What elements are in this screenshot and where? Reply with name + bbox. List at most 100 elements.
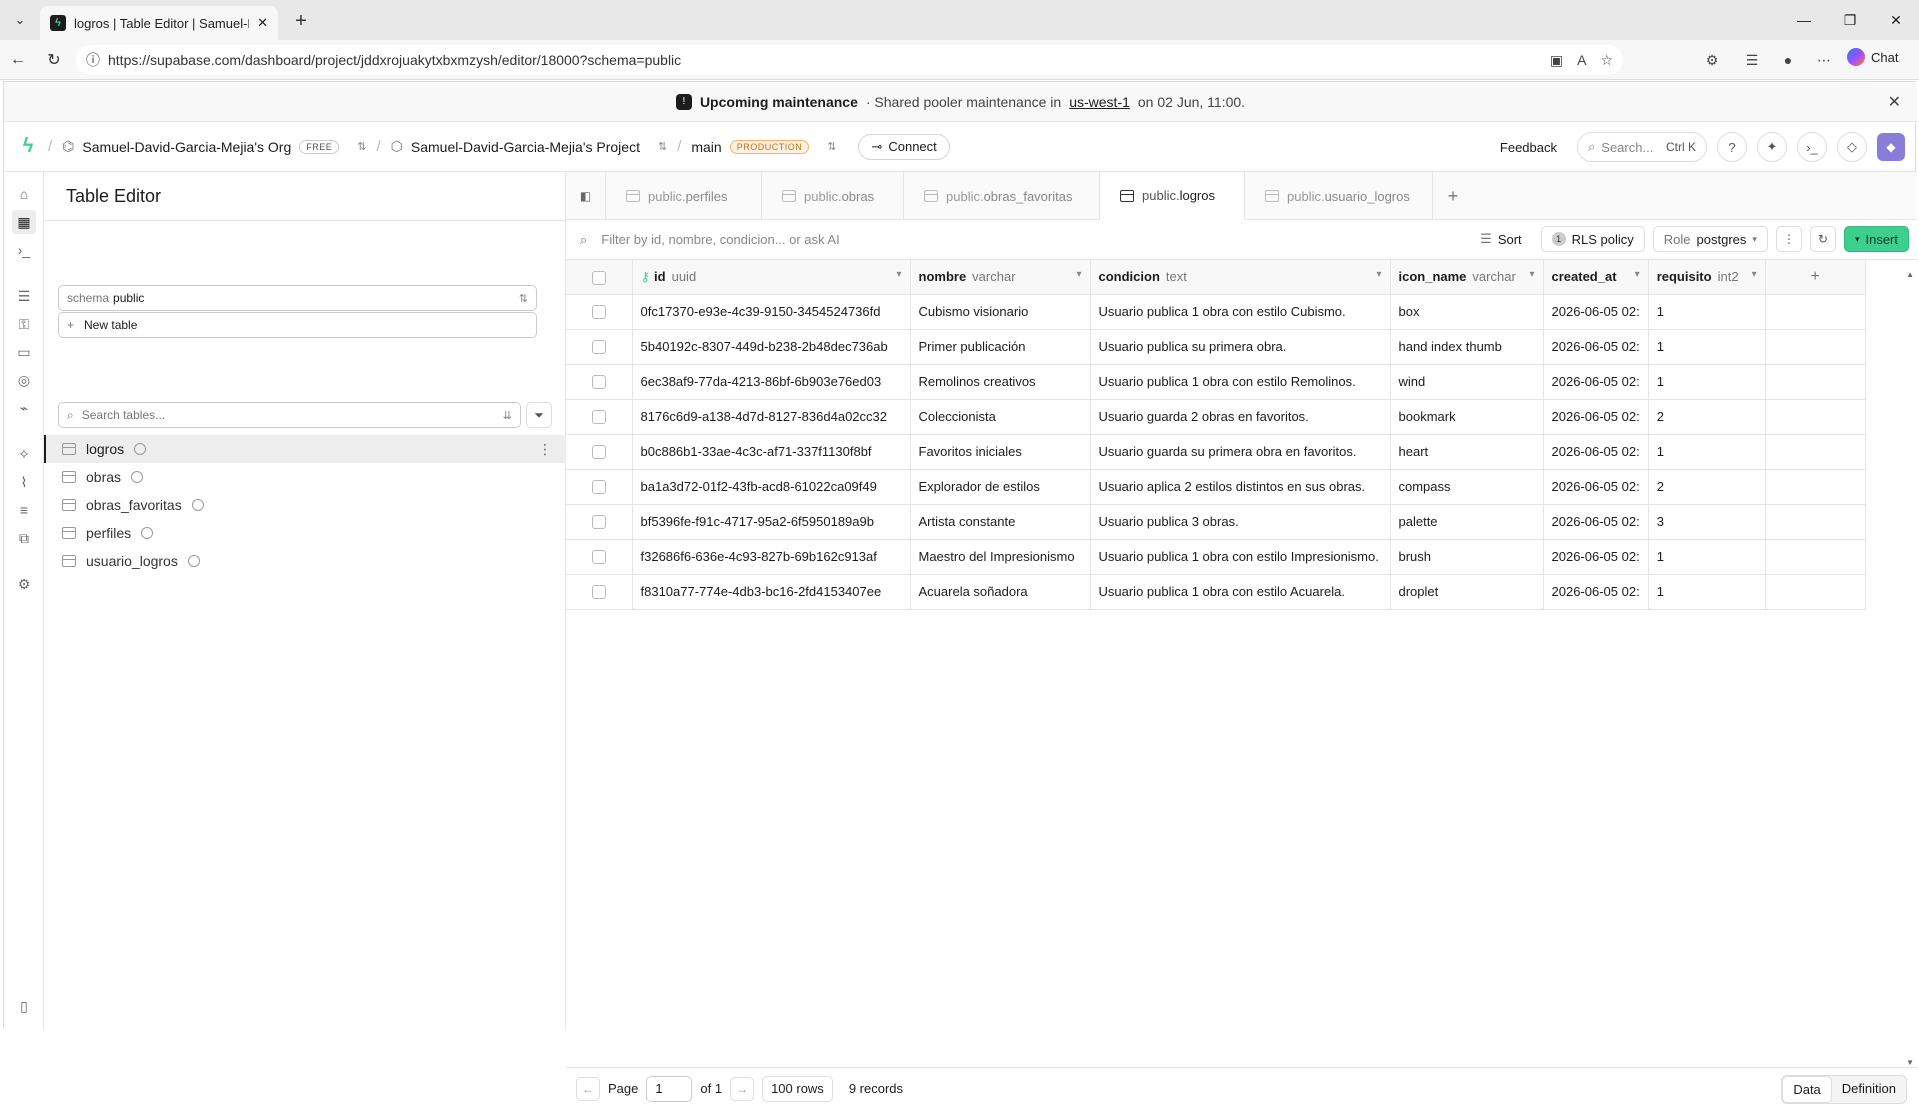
table-cell[interactable]: wind <box>1390 364 1544 400</box>
column-header-condicion[interactable]: condicion text ▾ <box>1090 260 1391 295</box>
table-cell[interactable]: Usuario publica 1 obra con estilo Acuare… <box>1090 574 1391 610</box>
table-cell[interactable]: Usuario publica 1 obra con estilo Remoli… <box>1090 364 1391 400</box>
row-checkbox[interactable] <box>591 515 606 530</box>
column-header-icon-name[interactable]: icon_name varchar ▾ <box>1390 260 1544 295</box>
table-item-obras[interactable]: obras <box>44 463 566 491</box>
realtime-icon[interactable]: ◎ <box>12 368 36 392</box>
table-cell[interactable]: 2026-06-05 02: <box>1543 399 1649 435</box>
assistant-icon[interactable]: ◇ <box>1837 132 1867 162</box>
add-tab-plus-icon[interactable]: + <box>1433 172 1473 220</box>
tab-obras[interactable]: public.obras <box>762 172 904 220</box>
search-tables-input[interactable]: ⌕ Search tables... ⇊ <box>58 402 521 428</box>
table-cell[interactable]: 2026-06-05 02: <box>1543 539 1649 575</box>
table-row[interactable]: f32686f6-636e-4c93-827b-69b162c913af Maes… <box>566 539 1866 575</box>
table-cell[interactable]: bf5396fe-f91c-4717-95a2-6f5950189a9b <box>632 504 911 540</box>
table-row[interactable]: b0c886b1-33ae-4c3c-af71-337f1130f8bf Favo… <box>566 434 1866 470</box>
table-cell[interactable]: 2 <box>1648 399 1766 435</box>
column-header-nombre[interactable]: nombre varchar ▾ <box>910 260 1091 295</box>
advisor-lightbulb-icon[interactable]: ✦ <box>1757 132 1787 162</box>
table-cell[interactable]: Artista constante <box>910 504 1091 540</box>
profile-avatar-icon[interactable]: ● <box>1776 48 1800 72</box>
table-cell[interactable]: 3 <box>1648 504 1766 540</box>
table-cell[interactable]: 2026-06-05 02: <box>1543 364 1649 400</box>
help-icon[interactable]: ? <box>1717 132 1747 162</box>
split-screen-icon[interactable]: ▣ <box>1550 52 1563 69</box>
table-cell[interactable]: compass <box>1390 469 1544 505</box>
logs-list-icon[interactable]: ≡ <box>12 498 36 522</box>
filter-input[interactable]: Filter by id, nombre, condicion... or as… <box>601 232 839 247</box>
column-menu-chevron-icon[interactable]: ▾ <box>1076 269 1081 280</box>
table-item-logros[interactable]: logros ⋮ <box>44 435 566 463</box>
collapse-sidebar-icon[interactable]: ▯ <box>12 994 36 1018</box>
collapse-list-icon[interactable]: ⇊ <box>503 409 512 422</box>
scroll-up-arrow-icon[interactable]: ▲ <box>1906 270 1914 279</box>
org-switch-chevron-icon[interactable]: ⇅ <box>357 140 366 153</box>
select-all-checkbox[interactable] <box>591 270 606 285</box>
new-table-button[interactable]: + New table <box>58 312 537 338</box>
table-cell[interactable]: brush <box>1390 539 1544 575</box>
column-menu-chevron-icon[interactable]: ▾ <box>1529 269 1534 280</box>
copilot-chat-button[interactable]: Chat <box>1847 48 1898 66</box>
table-cell[interactable]: Usuario publica su primera obra. <box>1090 329 1391 365</box>
row-checkbox[interactable] <box>591 375 606 390</box>
data-view-button[interactable]: Data <box>1782 1076 1832 1103</box>
reports-icon[interactable]: ⌇ <box>12 470 36 494</box>
auth-lock-icon[interactable]: ⚿ <box>12 312 36 336</box>
branch-switch-chevron-icon[interactable]: ⇅ <box>827 140 836 153</box>
table-cell[interactable]: 6ec38af9-77da-4213-86bf-6b903e76ed03 <box>632 364 911 400</box>
table-cell[interactable]: 1 <box>1648 574 1766 610</box>
storage-icon[interactable]: ▭ <box>12 340 36 364</box>
new-tab-plus-icon[interactable]: + <box>290 10 312 32</box>
global-search-button[interactable]: ⌕ Search... Ctrl K <box>1577 132 1707 162</box>
scroll-down-arrow-icon[interactable]: ▼ <box>1906 1058 1914 1067</box>
site-info-icon[interactable]: ⓘ <box>86 50 100 70</box>
breadcrumb-branch[interactable]: main PRODUCTION ⇅ <box>691 139 836 155</box>
close-tab-icon[interactable]: ✕ <box>257 15 268 31</box>
toggle-sidepanel-icon[interactable]: ◧ <box>566 172 606 220</box>
breadcrumb-org[interactable]: ⌬ Samuel-David-Garcia-Mejia's Org FREE ⇅ <box>62 138 366 155</box>
table-cell[interactable]: Favoritos iniciales <box>910 434 1091 470</box>
row-checkbox[interactable] <box>591 480 606 495</box>
table-cell[interactable]: Usuario aplica 2 estilos distintos en su… <box>1090 469 1391 505</box>
table-row[interactable]: ba1a3d72-01f2-43fb-acd8-61022ca09f49 Expl… <box>566 469 1866 505</box>
table-item-usuario-logros[interactable]: usuario_logros <box>44 547 566 575</box>
role-selector[interactable]: Role postgres ▾ <box>1652 226 1768 252</box>
read-aloud-icon[interactable]: A <box>1577 52 1586 69</box>
column-menu-chevron-icon[interactable]: ▾ <box>1376 269 1381 280</box>
close-window-icon[interactable]: ✕ <box>1873 0 1919 40</box>
insert-button[interactable]: ▾ Insert <box>1843 226 1909 252</box>
browser-tab-active[interactable]: ϟ logros | Table Editor | Samuel-Davi ✕ <box>40 6 278 40</box>
table-cell[interactable]: Cubismo visionario <box>910 294 1091 330</box>
edge-functions-icon[interactable]: ⌁ <box>12 396 36 420</box>
sort-button[interactable]: ☰ Sort <box>1469 226 1533 252</box>
table-cell[interactable]: ba1a3d72-01f2-43fb-acd8-61022ca09f49 <box>632 469 911 505</box>
row-checkbox[interactable] <box>591 340 606 355</box>
back-arrow-icon[interactable]: ← <box>6 48 30 72</box>
table-cell[interactable]: 8176c6d9-a138-4d7d-8127-836d4a02cc32 <box>632 399 911 435</box>
sql-editor-icon[interactable]: ›_ <box>12 238 36 262</box>
table-cell[interactable]: Remolinos creativos <box>910 364 1091 400</box>
table-cell[interactable]: 5b40192c-8307-449d-b238-2b48dec736ab <box>632 329 911 365</box>
schema-selector[interactable]: schema public ⇅ <box>58 285 537 311</box>
table-cell[interactable]: 2026-06-05 02: <box>1543 329 1649 365</box>
address-bar[interactable]: ⓘ https://supabase.com/dashboard/project… <box>76 45 1623 75</box>
table-cell[interactable]: b0c886b1-33ae-4c3c-af71-337f1130f8bf <box>632 434 911 470</box>
more-menu-icon[interactable]: ⋯ <box>1812 48 1836 72</box>
integrations-icon[interactable]: ⧉ <box>12 526 36 550</box>
advisors-lightbulb-icon[interactable]: ✧ <box>12 442 36 466</box>
table-cell[interactable]: hand index thumb <box>1390 329 1544 365</box>
supabase-logo-icon[interactable]: ϟ <box>18 135 38 157</box>
table-cell[interactable]: 0fc17370-e93e-4c39-9150-3454524736fd <box>632 294 911 330</box>
row-checkbox[interactable] <box>591 410 606 425</box>
column-header-id[interactable]: ⚷ id uuid ▾ <box>632 260 911 295</box>
terminal-icon[interactable]: ›_ <box>1797 132 1827 162</box>
tab-list-chevron-icon[interactable]: ⌄ <box>8 8 32 32</box>
table-cell[interactable]: Maestro del Impresionismo <box>910 539 1091 575</box>
table-cell[interactable]: 1 <box>1648 539 1766 575</box>
refresh-icon[interactable]: ↻ <box>1809 226 1836 252</box>
next-page-arrow-icon[interactable]: → <box>730 1076 755 1101</box>
column-menu-chevron-icon[interactable]: ▾ <box>1635 269 1640 280</box>
table-item-perfiles[interactable]: perfiles <box>44 519 566 547</box>
tab-logros[interactable]: public.logros <box>1100 172 1245 220</box>
favorites-list-icon[interactable]: ☰ <box>1740 48 1764 72</box>
